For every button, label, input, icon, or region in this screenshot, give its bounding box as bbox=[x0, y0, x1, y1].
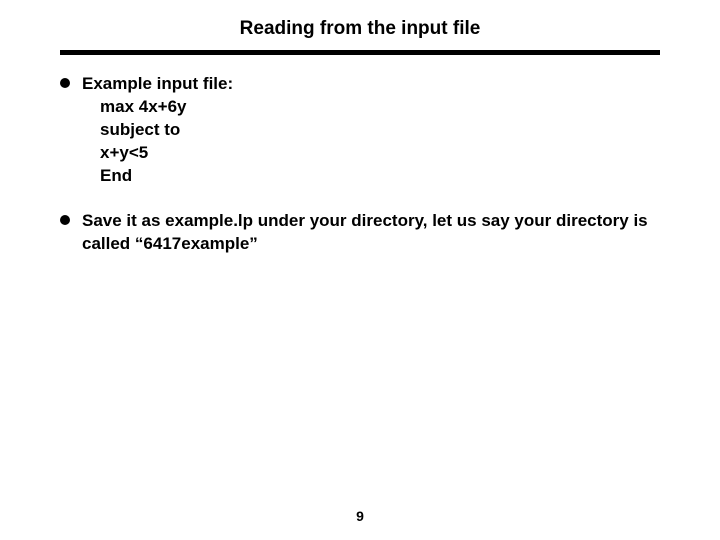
code-line: subject to bbox=[100, 119, 660, 142]
code-line: End bbox=[100, 165, 660, 188]
title-divider bbox=[60, 50, 660, 55]
list-item: Save it as example.lp under your directo… bbox=[60, 210, 660, 256]
bullet-icon bbox=[60, 215, 70, 225]
bullet-icon bbox=[60, 78, 70, 88]
bullet-body: Save it as example.lp under your directo… bbox=[82, 210, 660, 256]
bullet-sublines: max 4x+6y subject to x+y<5 End bbox=[82, 96, 660, 188]
list-item: Example input file: max 4x+6y subject to… bbox=[60, 73, 660, 188]
content-area: Example input file: max 4x+6y subject to… bbox=[0, 73, 720, 256]
bullet-lead: Example input file: bbox=[82, 73, 660, 96]
code-line: max 4x+6y bbox=[100, 96, 660, 119]
page-title: Reading from the input file bbox=[0, 0, 720, 50]
page-number: 9 bbox=[0, 508, 720, 524]
bullet-lead: Save it as example.lp under your directo… bbox=[82, 210, 660, 256]
code-line: x+y<5 bbox=[100, 142, 660, 165]
bullet-body: Example input file: max 4x+6y subject to… bbox=[82, 73, 660, 188]
